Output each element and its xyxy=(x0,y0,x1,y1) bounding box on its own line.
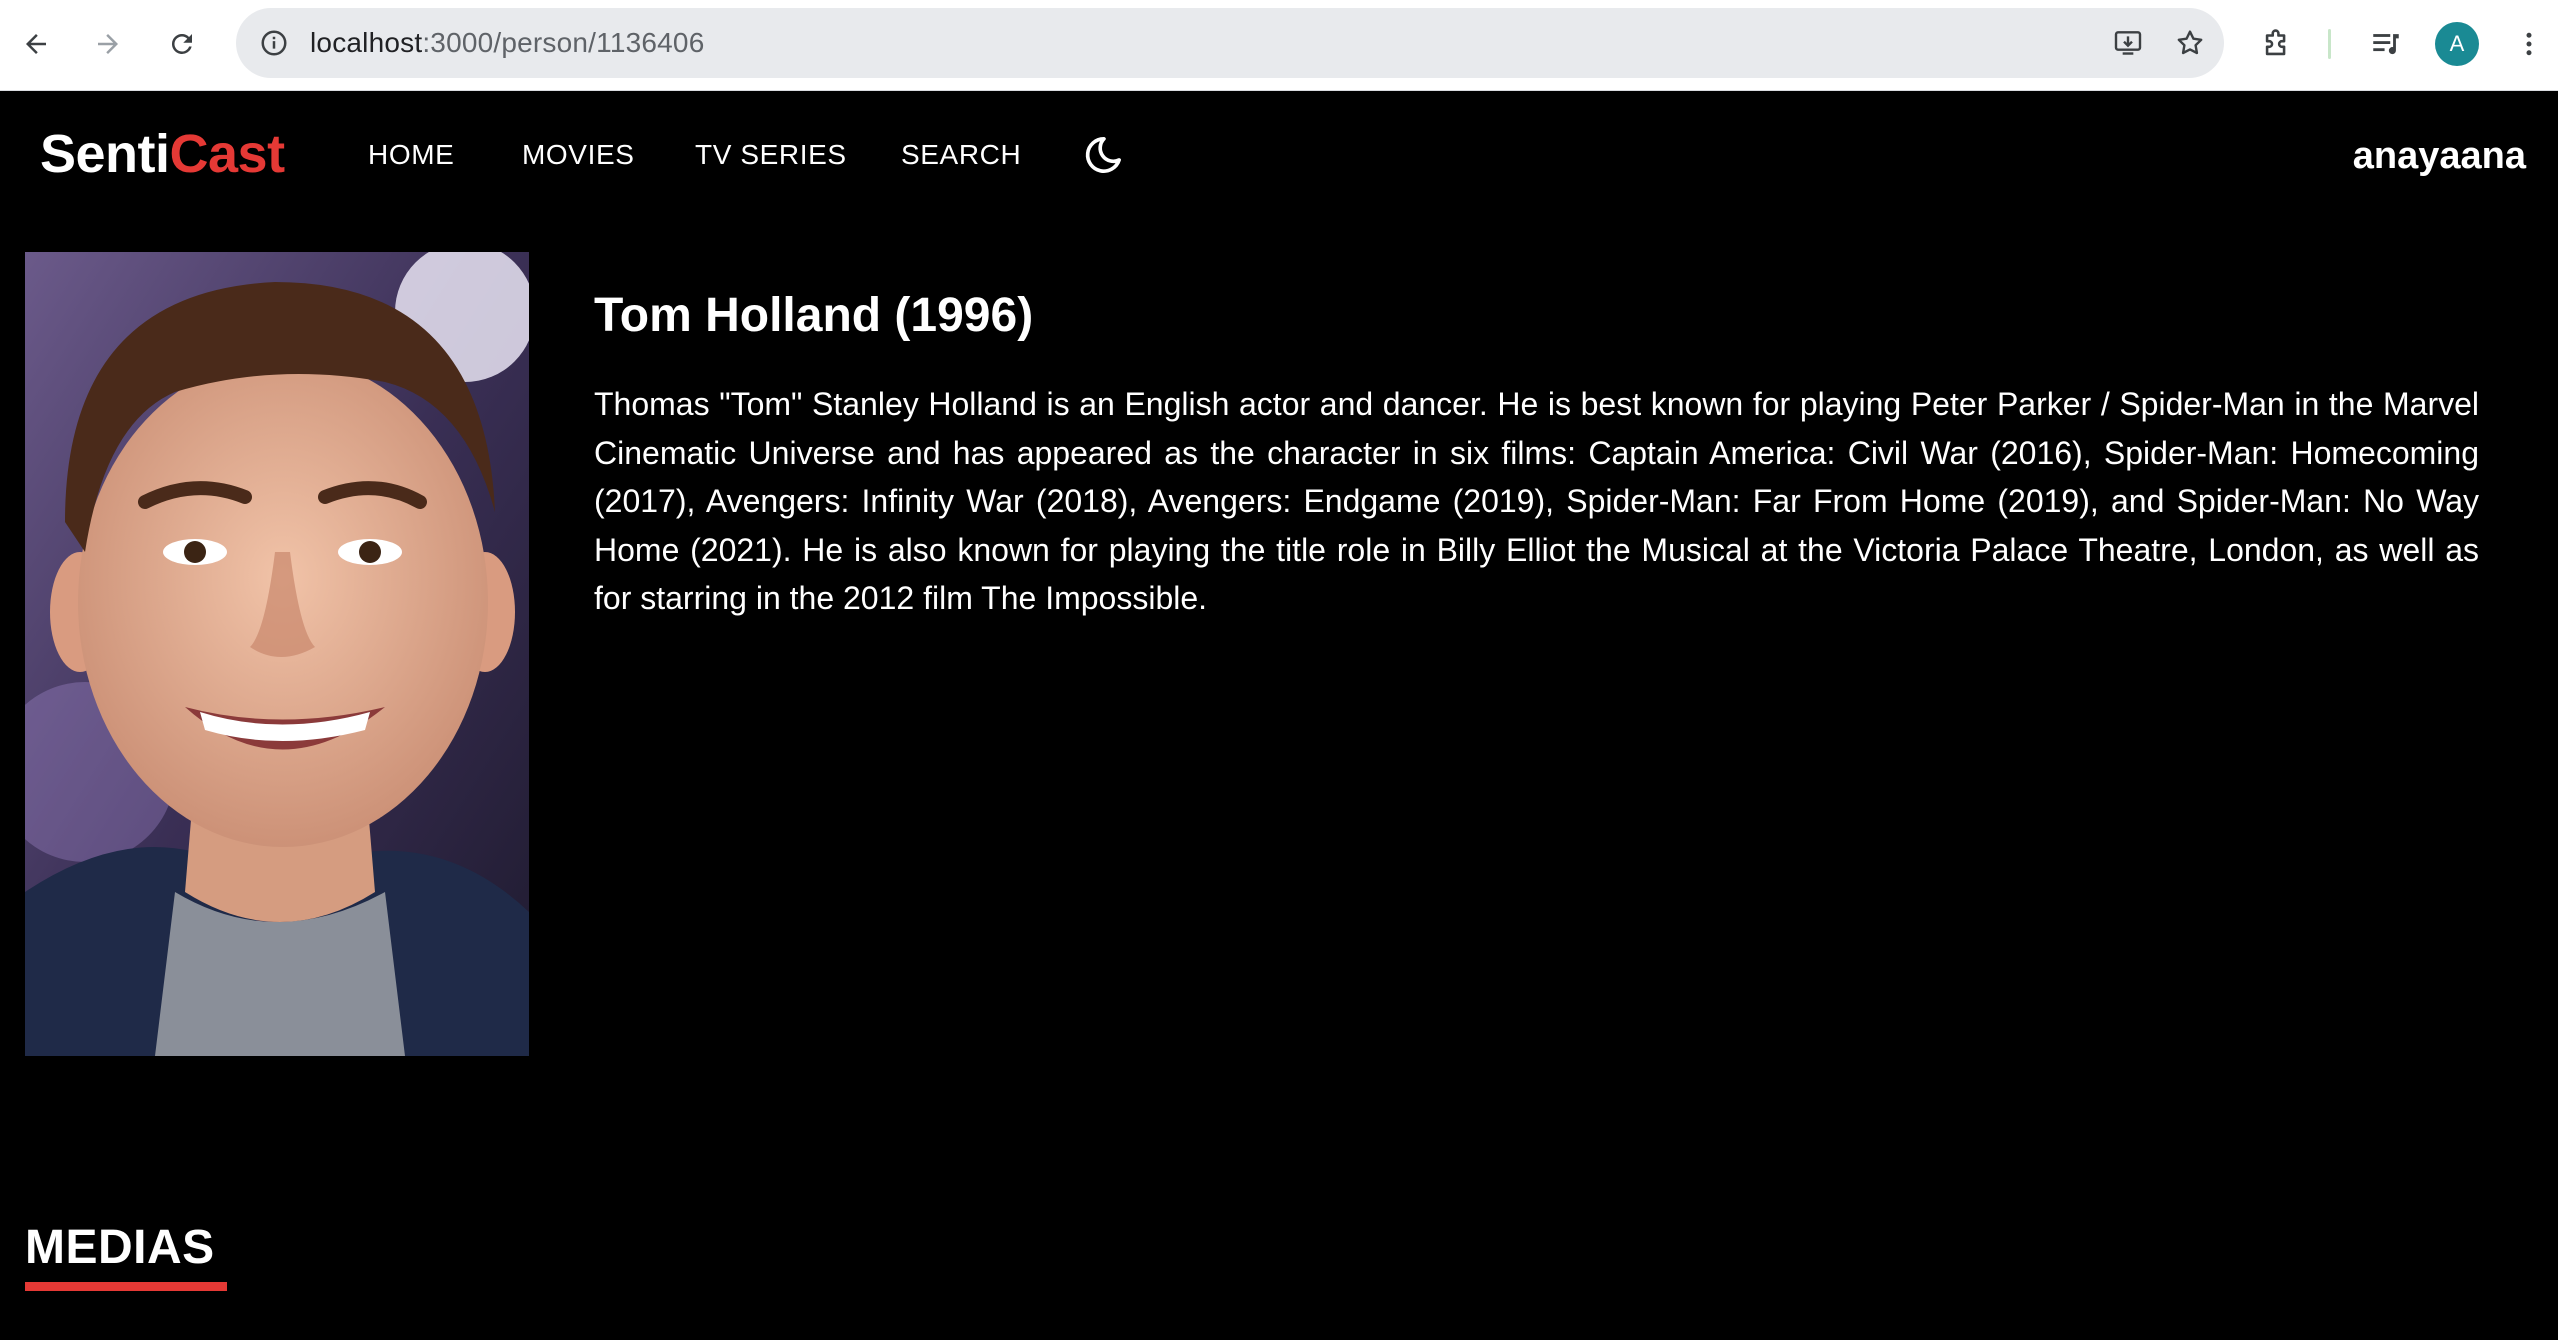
forward-icon xyxy=(98,34,118,54)
portrait-image xyxy=(25,252,529,1056)
back-icon xyxy=(26,34,46,54)
more-menu-icon xyxy=(2526,32,2532,56)
more-menu-button[interactable] xyxy=(2505,20,2553,68)
url-path: :3000/person/1136406 xyxy=(422,27,705,58)
nav-tv-series[interactable]: TV SERIES xyxy=(695,138,847,172)
username[interactable]: anayaana xyxy=(2353,134,2526,178)
nav-home[interactable]: HOME xyxy=(368,138,454,172)
site-info-button[interactable] xyxy=(252,21,296,65)
url-host: localhost xyxy=(310,27,423,58)
profile-avatar[interactable]: A xyxy=(2435,22,2479,66)
bookmark-button[interactable] xyxy=(2168,21,2212,65)
install-app-button[interactable] xyxy=(2106,21,2150,65)
app-header: SentiCast HOME MOVIES TV SERIES SEARCH a… xyxy=(0,92,2558,217)
media-controls-button[interactable] xyxy=(2362,20,2410,68)
browser-toolbar: localhost:3000/person/1136406 A xyxy=(0,0,2558,91)
install-icon xyxy=(2114,31,2142,55)
url-text[interactable]: localhost:3000/person/1136406 xyxy=(310,8,704,78)
site-info-icon xyxy=(261,30,287,56)
extensions-button[interactable] xyxy=(2253,20,2301,68)
medias-heading: MEDIAS xyxy=(25,1221,215,1274)
medias-heading-underline xyxy=(25,1282,227,1291)
logo-cast: Cast xyxy=(169,124,286,184)
reload-icon xyxy=(171,33,192,54)
person-title: Tom Holland (1996) xyxy=(594,289,1034,342)
senticast-logo[interactable]: SentiCast xyxy=(40,122,285,186)
forward-button[interactable] xyxy=(86,22,130,66)
person-biography: Thomas "Tom" Stanley Holland is an Engli… xyxy=(594,386,2479,616)
moon-icon xyxy=(1085,137,1121,173)
nav-search[interactable]: SEARCH xyxy=(901,138,1021,172)
theme-toggle-button[interactable] xyxy=(1080,132,1126,178)
bookmark-star-icon xyxy=(2177,30,2203,55)
back-button[interactable] xyxy=(14,22,58,66)
reload-button[interactable] xyxy=(160,22,204,66)
extensions-icon xyxy=(2265,29,2286,56)
toolbar-divider xyxy=(2328,29,2331,59)
address-bar[interactable]: localhost:3000/person/1136406 xyxy=(236,8,2224,78)
media-controls-icon xyxy=(2373,34,2399,55)
logo-senti: Senti xyxy=(40,124,170,184)
person-portrait xyxy=(25,252,529,1056)
nav-movies[interactable]: MOVIES xyxy=(522,138,635,172)
